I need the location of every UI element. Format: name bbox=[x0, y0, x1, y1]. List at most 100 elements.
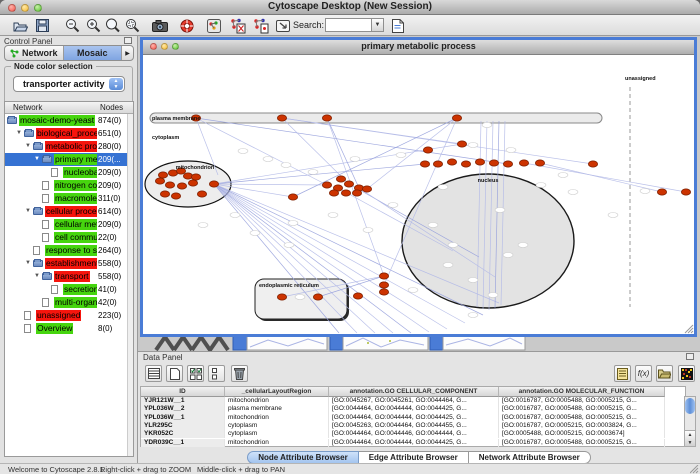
network-node[interactable] bbox=[535, 160, 544, 166]
small-node-label[interactable] bbox=[503, 253, 513, 258]
network-node[interactable] bbox=[353, 293, 362, 299]
network-canvas[interactable]: plasma membranecytoplasmmitochondrionnuc… bbox=[143, 55, 694, 334]
tree-expander-icon[interactable]: ▼ bbox=[25, 205, 31, 218]
zoom-selected-icon[interactable] bbox=[123, 17, 141, 34]
network-node[interactable] bbox=[379, 289, 388, 295]
small-node-label[interactable] bbox=[396, 153, 406, 158]
open-folder-icon[interactable] bbox=[11, 17, 29, 34]
tree-row[interactable]: ▼establishment of lo558(0) bbox=[5, 257, 128, 270]
small-node-label[interactable] bbox=[468, 278, 478, 283]
small-node-label[interactable] bbox=[295, 295, 305, 300]
tree-expander-icon[interactable]: ▼ bbox=[34, 270, 40, 283]
network-edge[interactable] bbox=[293, 118, 457, 197]
small-node-label[interactable] bbox=[238, 149, 248, 154]
tab-overflow-arrow-icon[interactable]: ▶ bbox=[122, 46, 133, 60]
network-edge[interactable] bbox=[282, 118, 593, 164]
tree-row[interactable]: ▼transport558(0) bbox=[5, 270, 128, 283]
network-node[interactable] bbox=[188, 180, 197, 186]
network-node[interactable] bbox=[197, 191, 206, 197]
table-row[interactable]: YPL036W__2plasma membrane[GO:0044464, GO… bbox=[141, 405, 685, 413]
network-node[interactable] bbox=[503, 161, 512, 167]
small-node-label[interactable] bbox=[284, 243, 294, 248]
small-node-label[interactable] bbox=[428, 223, 438, 228]
network-node[interactable] bbox=[457, 141, 466, 147]
small-node-label[interactable] bbox=[640, 189, 650, 194]
network-node[interactable] bbox=[588, 161, 597, 167]
float-panel-icon[interactable] bbox=[124, 37, 132, 44]
network-node[interactable] bbox=[433, 161, 442, 167]
app-resize-grip[interactable] bbox=[690, 465, 699, 474]
tree-expander-icon[interactable]: ▼ bbox=[16, 127, 22, 140]
small-node-label[interactable] bbox=[506, 148, 516, 153]
window-resize-grip[interactable] bbox=[684, 324, 694, 334]
network-node[interactable] bbox=[352, 190, 361, 196]
data-panel-float-icon[interactable] bbox=[686, 353, 694, 360]
network-node[interactable] bbox=[344, 181, 353, 187]
network-view-window[interactable]: primary metabolic process plasma membran… bbox=[140, 37, 697, 337]
small-node-label[interactable] bbox=[536, 183, 546, 188]
network-node[interactable] bbox=[681, 189, 690, 195]
network-node[interactable] bbox=[475, 159, 484, 165]
network-node[interactable] bbox=[489, 160, 498, 166]
small-node-label[interactable] bbox=[495, 208, 505, 213]
network-node[interactable] bbox=[277, 115, 286, 121]
select-columns-icon[interactable] bbox=[187, 365, 204, 382]
zoom-in-icon[interactable] bbox=[84, 17, 102, 34]
small-node-label[interactable] bbox=[308, 170, 318, 175]
tree-row[interactable]: response to stimulu264(0) bbox=[5, 244, 128, 257]
tree-expander-icon[interactable]: ▼ bbox=[25, 140, 31, 153]
table-row[interactable]: YJR121W__1mitochondrion[GO:0045267, GO:0… bbox=[141, 397, 685, 405]
attribute-table[interactable]: ID_cellularLayoutRegionannotation.GO CEL… bbox=[140, 386, 686, 447]
table-row[interactable]: YKR052Ccytoplasm[GO:0044464, GO:0044446,… bbox=[141, 430, 685, 438]
network-node[interactable] bbox=[322, 115, 331, 121]
network-node[interactable] bbox=[329, 190, 338, 196]
small-node-label[interactable] bbox=[198, 223, 208, 228]
small-node-label[interactable] bbox=[363, 228, 373, 233]
tree-row[interactable]: nitrogen compo209(0) bbox=[5, 179, 128, 192]
small-node-label[interactable] bbox=[388, 203, 398, 208]
scrollbar-arrows-icon[interactable]: ▲▼ bbox=[685, 430, 695, 446]
small-node-label[interactable] bbox=[408, 288, 418, 293]
import-attributes-icon[interactable] bbox=[656, 365, 673, 382]
small-node-label[interactable] bbox=[608, 213, 618, 218]
network-node[interactable] bbox=[379, 273, 388, 279]
tree-expander-icon[interactable]: ▼ bbox=[25, 257, 31, 270]
small-node-label[interactable] bbox=[488, 293, 498, 298]
network-node[interactable] bbox=[362, 186, 371, 192]
tree-row[interactable]: mosaic-demo-yeast874(0) bbox=[5, 114, 128, 127]
network-node[interactable] bbox=[379, 282, 388, 288]
scrollbar-thumb[interactable] bbox=[685, 398, 695, 414]
tree-scrollbar[interactable] bbox=[127, 114, 133, 456]
save-icon[interactable] bbox=[33, 17, 51, 34]
network-node[interactable] bbox=[341, 190, 350, 196]
small-node-label[interactable] bbox=[263, 157, 273, 162]
network-node[interactable] bbox=[461, 161, 470, 167]
network-node[interactable] bbox=[191, 174, 200, 180]
tree-row[interactable]: ▼metabolic process280(0) bbox=[5, 140, 128, 153]
table-column-header[interactable]: annotation.GO CELLULAR_COMPONENT bbox=[329, 387, 499, 397]
small-node-label[interactable] bbox=[438, 185, 448, 190]
tree-row[interactable]: ▼biological_process651(0) bbox=[5, 127, 128, 140]
zoom-fit-icon[interactable] bbox=[103, 17, 121, 34]
table-row[interactable]: YPL036W__1mitochondrion[GO:0044464, GO:0… bbox=[141, 414, 685, 422]
network-node[interactable] bbox=[313, 294, 322, 300]
tree-row[interactable]: cell communicat22(0) bbox=[5, 231, 128, 244]
tree-row[interactable]: Overview8(0) bbox=[5, 322, 128, 335]
tree-row[interactable]: nucleobase-209(0) bbox=[5, 166, 128, 179]
tree-expander-icon[interactable]: ▼ bbox=[34, 153, 40, 166]
unselect-columns-icon[interactable] bbox=[208, 365, 225, 382]
table-row[interactable]: YLR295Ccytoplasm[GO:0045263, GO:0044464,… bbox=[141, 422, 685, 430]
table-column-header[interactable]: annotation.GO MOLECULAR_FUNCTION bbox=[499, 387, 665, 397]
tab-network[interactable]: Network bbox=[5, 46, 64, 60]
small-node-label[interactable] bbox=[250, 231, 260, 236]
window-titlebar[interactable]: Cytoscape Desktop (New Session) bbox=[0, 0, 700, 15]
heatmap-icon[interactable] bbox=[678, 365, 695, 382]
search-input[interactable] bbox=[325, 18, 371, 32]
small-node-label[interactable] bbox=[448, 243, 458, 248]
network-edge[interactable] bbox=[367, 118, 457, 189]
hide-selected-nodes-icon[interactable] bbox=[229, 17, 247, 34]
small-node-label[interactable] bbox=[482, 123, 492, 128]
small-node-label[interactable] bbox=[568, 190, 578, 195]
small-node-label[interactable] bbox=[468, 313, 478, 318]
network-node[interactable] bbox=[209, 181, 218, 187]
